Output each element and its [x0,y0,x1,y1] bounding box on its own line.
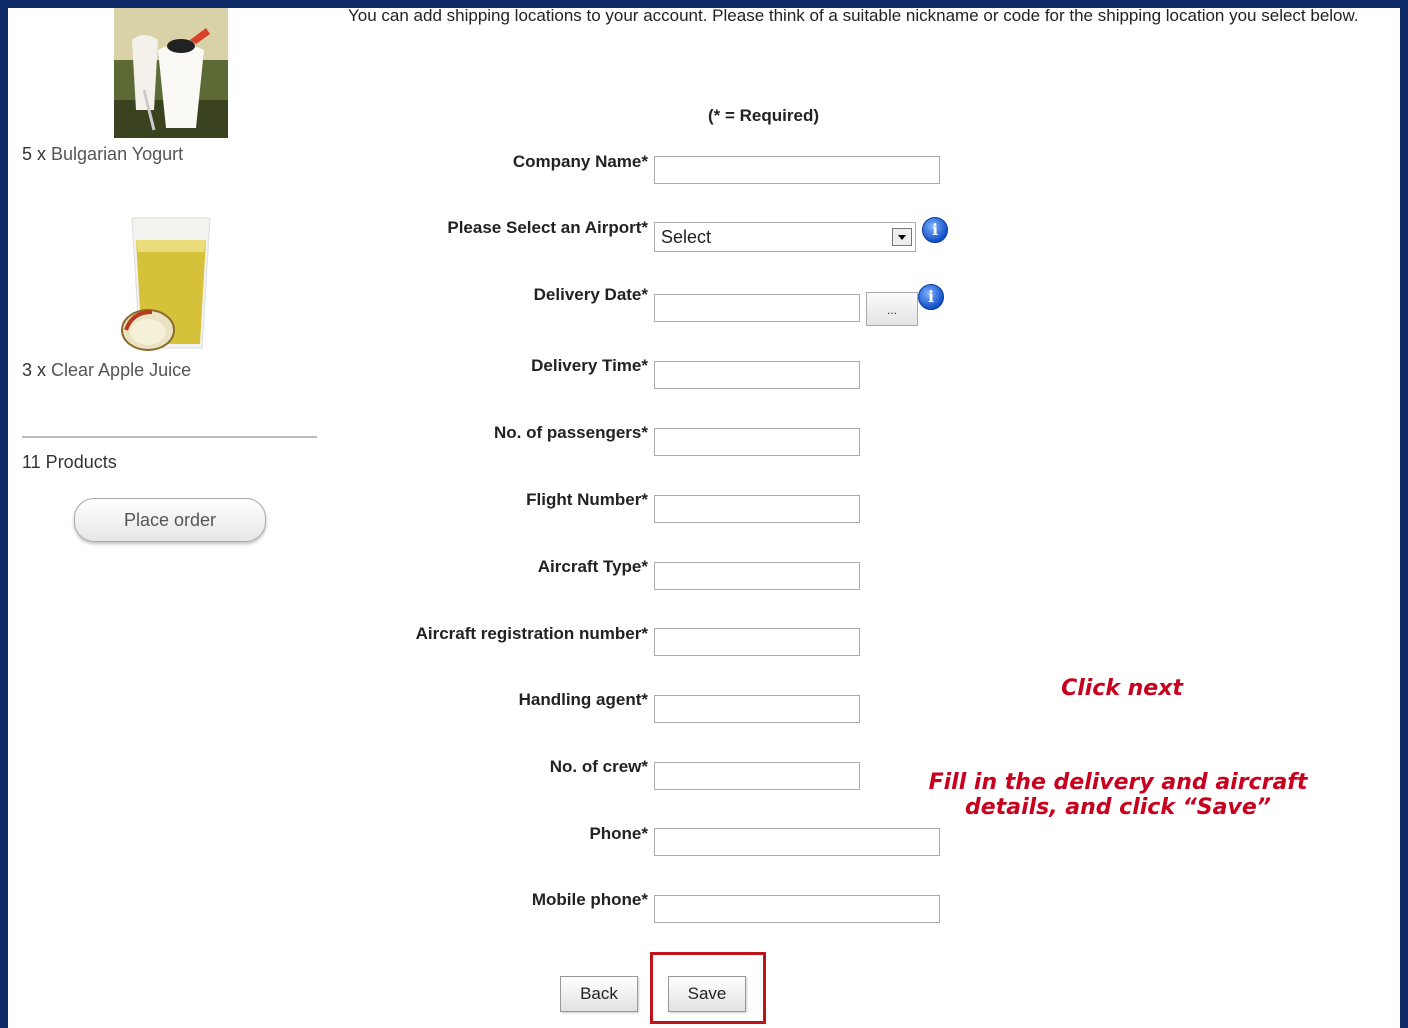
place-order-button[interactable]: Place order [74,498,266,542]
airport-selected-value: Select [661,227,712,247]
back-button[interactable]: Back [560,976,638,1012]
aircraft-reg-input[interactable] [654,628,860,656]
delivery-date-input[interactable] [654,294,860,322]
info-icon[interactable]: i [918,284,944,310]
passengers-input[interactable] [654,428,860,456]
company-name-label: Company Name* [512,152,648,171]
product-name[interactable]: Bulgarian Yogurt [51,144,183,164]
mobile-phone-label: Mobile phone* [531,890,648,909]
handling-agent-label: Handling agent* [518,690,648,709]
product-qty: 5 x [22,144,47,164]
product-name[interactable]: Clear Apple Juice [51,360,191,380]
date-picker-button[interactable]: ... [866,292,918,326]
flight-number-label: Flight Number* [526,490,648,509]
aircraft-type-label: Aircraft Type* [537,557,648,576]
page: 5 x Bulgarian Yogurt 3 x Clear Apple Jui… [8,8,1400,1028]
product-line-juice: 3 x Clear Apple Juice [22,360,191,381]
mobile-phone-input[interactable] [654,895,940,923]
airport-select[interactable]: Select [654,222,916,252]
airport-label: Please Select an Airport* [447,218,648,237]
product-count: 11 Products [22,452,117,472]
flight-number-input[interactable] [654,495,860,523]
phone-label: Phone* [589,824,648,843]
aircraft-reg-label: Aircraft registration number* [415,624,648,643]
delivery-time-input[interactable] [654,361,860,389]
phone-input[interactable] [654,828,940,856]
aircraft-type-input[interactable] [654,562,860,590]
delivery-time-label: Delivery Time* [531,356,648,375]
apple-juice-image [118,212,224,354]
annotation-fill-in: Fill in the delivery and aircraft detail… [928,770,1308,820]
save-highlight-box [650,952,766,1024]
chevron-down-icon[interactable] [892,228,912,246]
required-note: (* = Required) [708,106,819,125]
delivery-date-label: Delivery Date* [533,285,648,304]
company-name-input[interactable] [654,156,940,184]
crew-input[interactable] [654,762,860,790]
passengers-label: No. of passengers* [494,423,648,442]
handling-agent-input[interactable] [654,695,860,723]
info-icon[interactable]: i [922,217,948,243]
annotation-click-next: Click next [1061,676,1183,701]
crew-label: No. of crew* [549,757,648,776]
product-qty: 3 x [22,360,47,380]
yogurt-image [114,8,228,138]
product-line-yogurt: 5 x Bulgarian Yogurt [22,144,183,165]
intro-text: You can add shipping locations to your a… [348,8,1359,25]
